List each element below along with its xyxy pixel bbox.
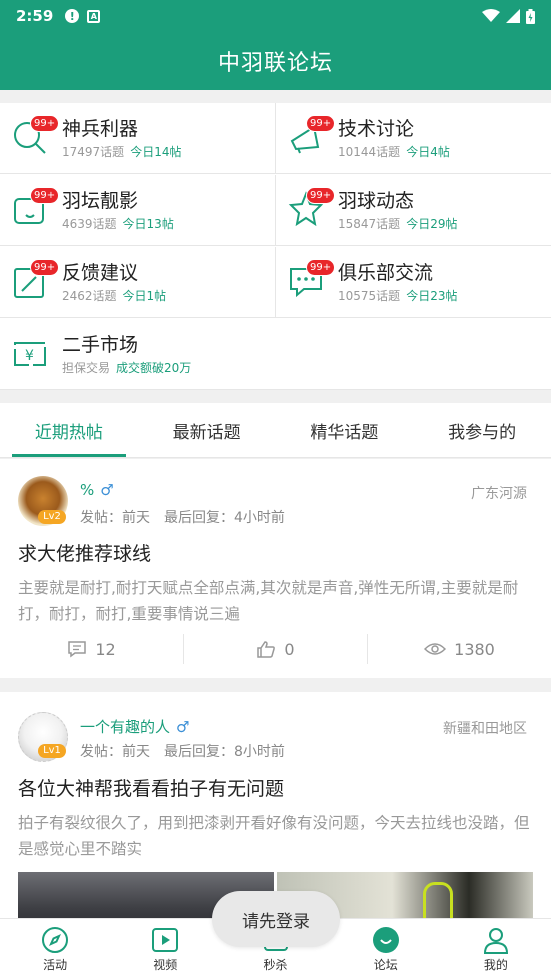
gender-icon: ♂ <box>100 481 114 499</box>
author-name: 一个有趣的人 <box>80 718 171 736</box>
tab-participated[interactable]: 我参与的 <box>413 403 551 457</box>
forum-today-count: 今日14帖 <box>130 145 182 159</box>
location: 新疆和田地区 <box>443 721 527 737</box>
unread-badge: 99+ <box>30 259 60 276</box>
post-title[interactable]: 各位大神帮我看看拍子有无问题 <box>18 774 284 801</box>
svg-text:¥: ¥ <box>25 348 34 364</box>
comment-count: 12 <box>95 639 116 659</box>
post-excerpt: 主要就是耐打,耐打天赋点全部点满,其次就是声音,弹性无所谓,主要就是耐打，耐打，… <box>18 579 519 623</box>
tab-latest[interactable]: 最新话题 <box>138 403 276 457</box>
forum-name: 神兵利器 <box>62 118 139 140</box>
forum-topic-count: 17497话题 <box>62 145 125 159</box>
alert-icon: ! <box>65 9 80 23</box>
forum-item-ershou[interactable]: ¥ 二手市场 担保交易 成交额破20万 <box>0 319 551 390</box>
tab-recent-hot[interactable]: 近期热帖 <box>0 403 138 457</box>
forum-item-shenbing[interactable]: 99+ 神兵利器 17497话题 今日14帖 <box>0 103 276 174</box>
level-badge: Lv1 <box>38 744 66 758</box>
forum-today-count: 今日23帖 <box>406 289 458 303</box>
unread-badge: 99+ <box>306 259 336 276</box>
nav-forum[interactable]: 论坛 <box>331 919 441 979</box>
like-stat[interactable]: 0 <box>184 634 368 664</box>
author-name-row[interactable]: % ♂ <box>80 481 114 499</box>
forum-today-count: 今日13帖 <box>122 217 174 231</box>
post-card[interactable]: Lv1 一个有趣的人 ♂ 新疆和田地区 发帖：前天 最后回复：8小时前 各位大神帮我… <box>0 692 551 932</box>
tab-featured[interactable]: 精华话题 <box>276 403 414 457</box>
signal-icon <box>506 9 520 23</box>
level-badge: Lv2 <box>38 510 66 524</box>
nav-activity[interactable]: 活动 <box>0 919 110 979</box>
forum-name: 羽球动态 <box>338 190 415 212</box>
nav-label: 视频 <box>153 957 178 972</box>
page-title: 中羽联论坛 <box>217 51 333 76</box>
nav-video[interactable]: 视频 <box>110 919 220 979</box>
last-reply-time: 最后回复：8小时前 <box>164 744 285 760</box>
sim-icon: A <box>87 9 101 23</box>
status-bar: 2:59 ! A <box>0 0 551 32</box>
unread-badge: 99+ <box>30 115 60 132</box>
forum-today-count: 成交额破20万 <box>116 361 192 375</box>
last-reply-time: 最后回复：4小时前 <box>164 510 285 526</box>
post-stats: 12 0 1380 <box>0 634 551 664</box>
unread-badge: 99+ <box>30 187 60 204</box>
location: 广东河源 <box>471 486 527 502</box>
wifi-icon <box>482 9 500 22</box>
forum-today-count: 今日4帖 <box>406 145 450 159</box>
post-excerpt: 拍子有裂纹很久了，用到把漆剥开看好像有没问题，今天去拉线也没踏，但是感觉心里不踏… <box>18 814 530 858</box>
forum-name: 二手市场 <box>62 334 139 356</box>
forum-topic-count: 10575话题 <box>338 289 401 303</box>
forum-name: 反馈建议 <box>62 262 139 284</box>
comment-icon <box>68 641 87 658</box>
battery-icon <box>526 8 535 24</box>
forum-today-count: 今日29帖 <box>406 217 458 231</box>
app-bar: 中羽联论坛 <box>0 32 551 90</box>
author-name-row[interactable]: 一个有趣的人 ♂ <box>80 716 189 737</box>
login-toast: 请先登录 <box>212 891 340 947</box>
comment-stat[interactable]: 12 <box>0 634 184 664</box>
thumbs-up-icon <box>257 641 276 658</box>
forum-topic-count: 担保交易 <box>62 361 111 375</box>
post-time: 发帖：前天 <box>80 744 150 760</box>
nav-label: 我的 <box>483 957 508 972</box>
video-icon <box>152 927 179 952</box>
view-count: 1380 <box>454 639 495 659</box>
unread-badge: 99+ <box>306 115 336 132</box>
forum-topic-count: 2462话题 <box>62 289 117 303</box>
post-tabs: 近期热帖 最新话题 精华话题 我参与的 <box>0 403 551 458</box>
nav-me[interactable]: 我的 <box>441 919 551 979</box>
status-time: 2:59 <box>16 7 54 25</box>
gender-icon: ♂ <box>176 718 190 736</box>
forum-topic-count: 4639话题 <box>62 217 117 231</box>
forum-name: 羽坛靓影 <box>62 190 139 212</box>
forum-item-fankui[interactable]: 99+ 反馈建议 2462话题 今日1帖 <box>0 247 276 318</box>
forum-today-count: 今日1帖 <box>122 289 167 303</box>
nav-label: 活动 <box>43 957 68 972</box>
post-time: 发帖：前天 <box>80 510 150 526</box>
view-stat: 1380 <box>368 634 551 664</box>
post-title[interactable]: 求大佬推荐球线 <box>18 539 151 566</box>
eye-icon <box>424 643 447 655</box>
compass-icon <box>42 926 69 953</box>
forum-icon <box>372 926 399 953</box>
nav-label: 论坛 <box>373 957 398 972</box>
forum-item-yutan[interactable]: 99+ 羽坛靓影 4639话题 今日13帖 <box>0 175 276 246</box>
forum-item-julebu[interactable]: 99+ 俱乐部交流 10575话题 今日23帖 <box>276 247 551 318</box>
forum-item-jishu[interactable]: 99+ 技术讨论 10144话题 今日4帖 <box>276 103 551 174</box>
nav-label: 秒杀 <box>263 957 288 972</box>
forum-name: 技术讨论 <box>338 118 415 140</box>
forum-topic-count: 15847话题 <box>338 217 401 231</box>
forum-topic-count: 10144话题 <box>338 145 401 159</box>
author-name: % <box>80 481 95 499</box>
forum-grid: 99+ 神兵利器 17497话题 今日14帖 99+ 技术讨论 10144话题 今日… <box>0 103 551 390</box>
unread-badge: 99+ <box>306 187 336 204</box>
post-card[interactable]: Lv2 % ♂ 广东河源 发帖：前天 最后回复：4小时前 求大佬推荐球线 主要就是耐… <box>0 459 551 678</box>
user-icon <box>483 927 508 954</box>
like-count: 0 <box>284 639 295 659</box>
money-icon: ¥ <box>14 342 46 366</box>
forum-name: 俱乐部交流 <box>338 262 434 284</box>
forum-item-dongtai[interactable]: 99+ 羽球动态 15847话题 今日29帖 <box>276 175 551 246</box>
